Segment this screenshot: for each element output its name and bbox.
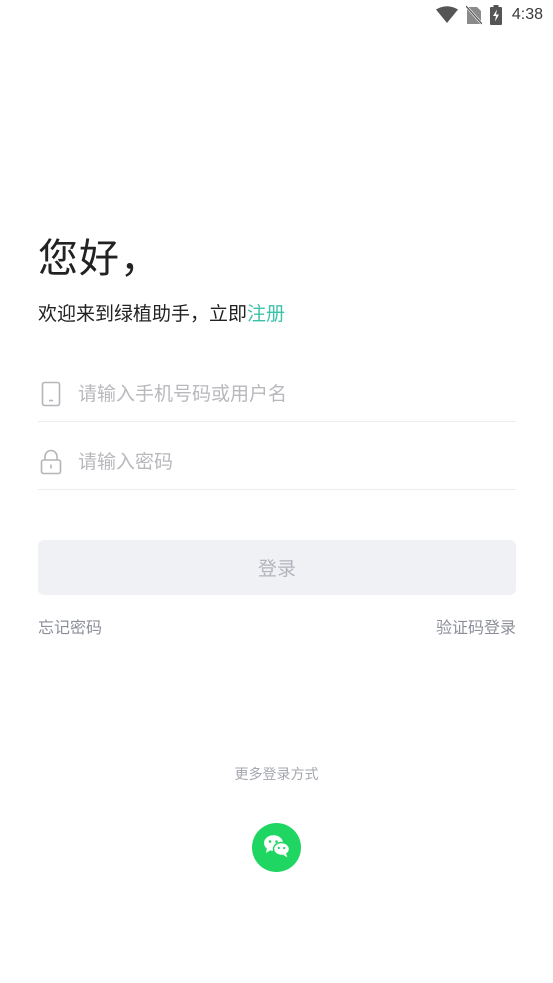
status-time: 4:38	[511, 6, 543, 23]
phone-icon	[40, 381, 62, 407]
lock-icon	[40, 449, 62, 475]
more-login-methods-label: 更多登录方式	[234, 767, 319, 783]
login-button[interactable]: 登录	[38, 540, 516, 595]
wechat-icon	[263, 834, 291, 862]
register-link[interactable]: 注册	[247, 303, 285, 325]
forgot-password-link[interactable]: 忘记密码	[38, 614, 102, 638]
greeting-title: 您好，	[38, 236, 161, 282]
phone-input[interactable]	[78, 373, 516, 414]
phone-field-row	[38, 366, 516, 422]
login-screen: 4:38 您好， 欢迎来到绿植助手，立即注册 登录 忘记密码 验证码登录 更多登…	[0, 0, 553, 983]
password-field-row	[38, 434, 516, 490]
sms-login-link[interactable]: 验证码登录	[436, 614, 516, 638]
battery-charging-icon	[489, 5, 502, 25]
no-sim-icon	[465, 5, 482, 25]
welcome-message: 欢迎来到绿植助手，立即	[38, 303, 248, 325]
wifi-icon	[435, 6, 458, 24]
welcome-text: 欢迎来到绿植助手，立即注册	[38, 299, 285, 326]
wechat-login-button[interactable]	[252, 823, 301, 872]
password-input[interactable]	[78, 441, 516, 482]
status-bar: 4:38	[435, 0, 553, 30]
